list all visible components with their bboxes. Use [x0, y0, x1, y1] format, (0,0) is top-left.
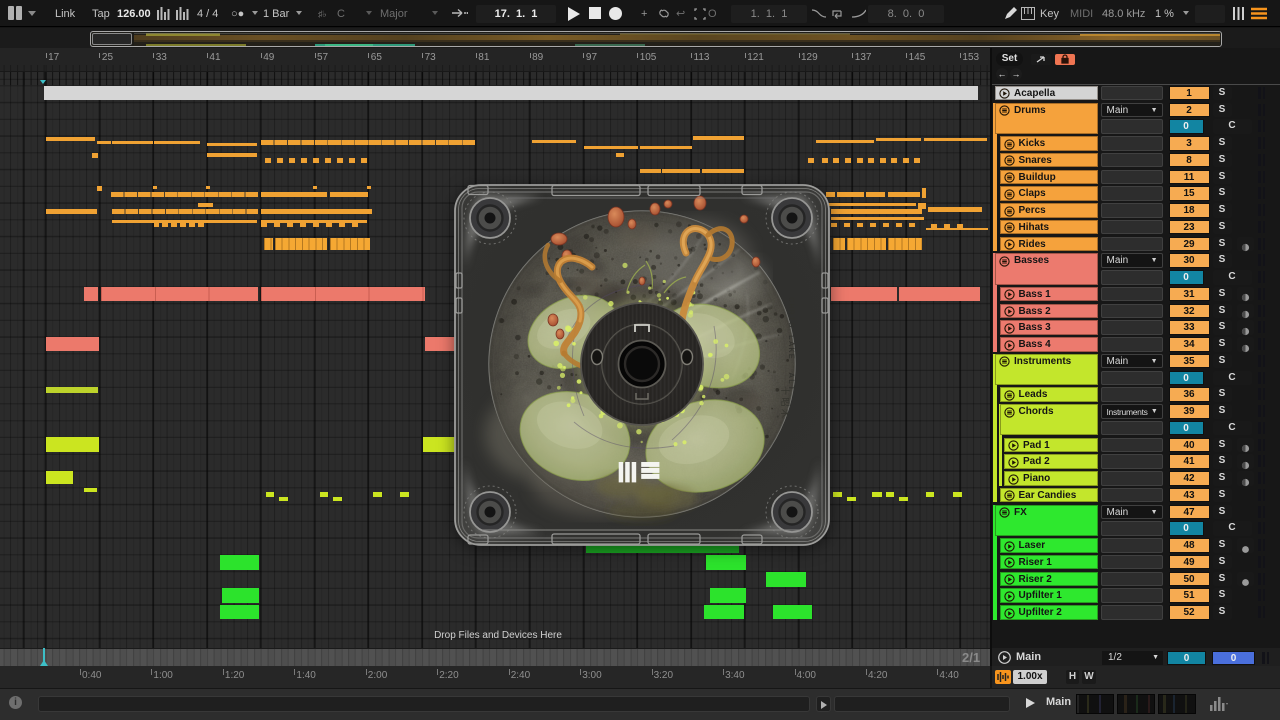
svg-text:CHRIS LAKE ALT: CHRIS LAKE ALT: [786, 297, 796, 392]
svg-text:十 昭 木: 十 昭 木: [780, 386, 791, 418]
